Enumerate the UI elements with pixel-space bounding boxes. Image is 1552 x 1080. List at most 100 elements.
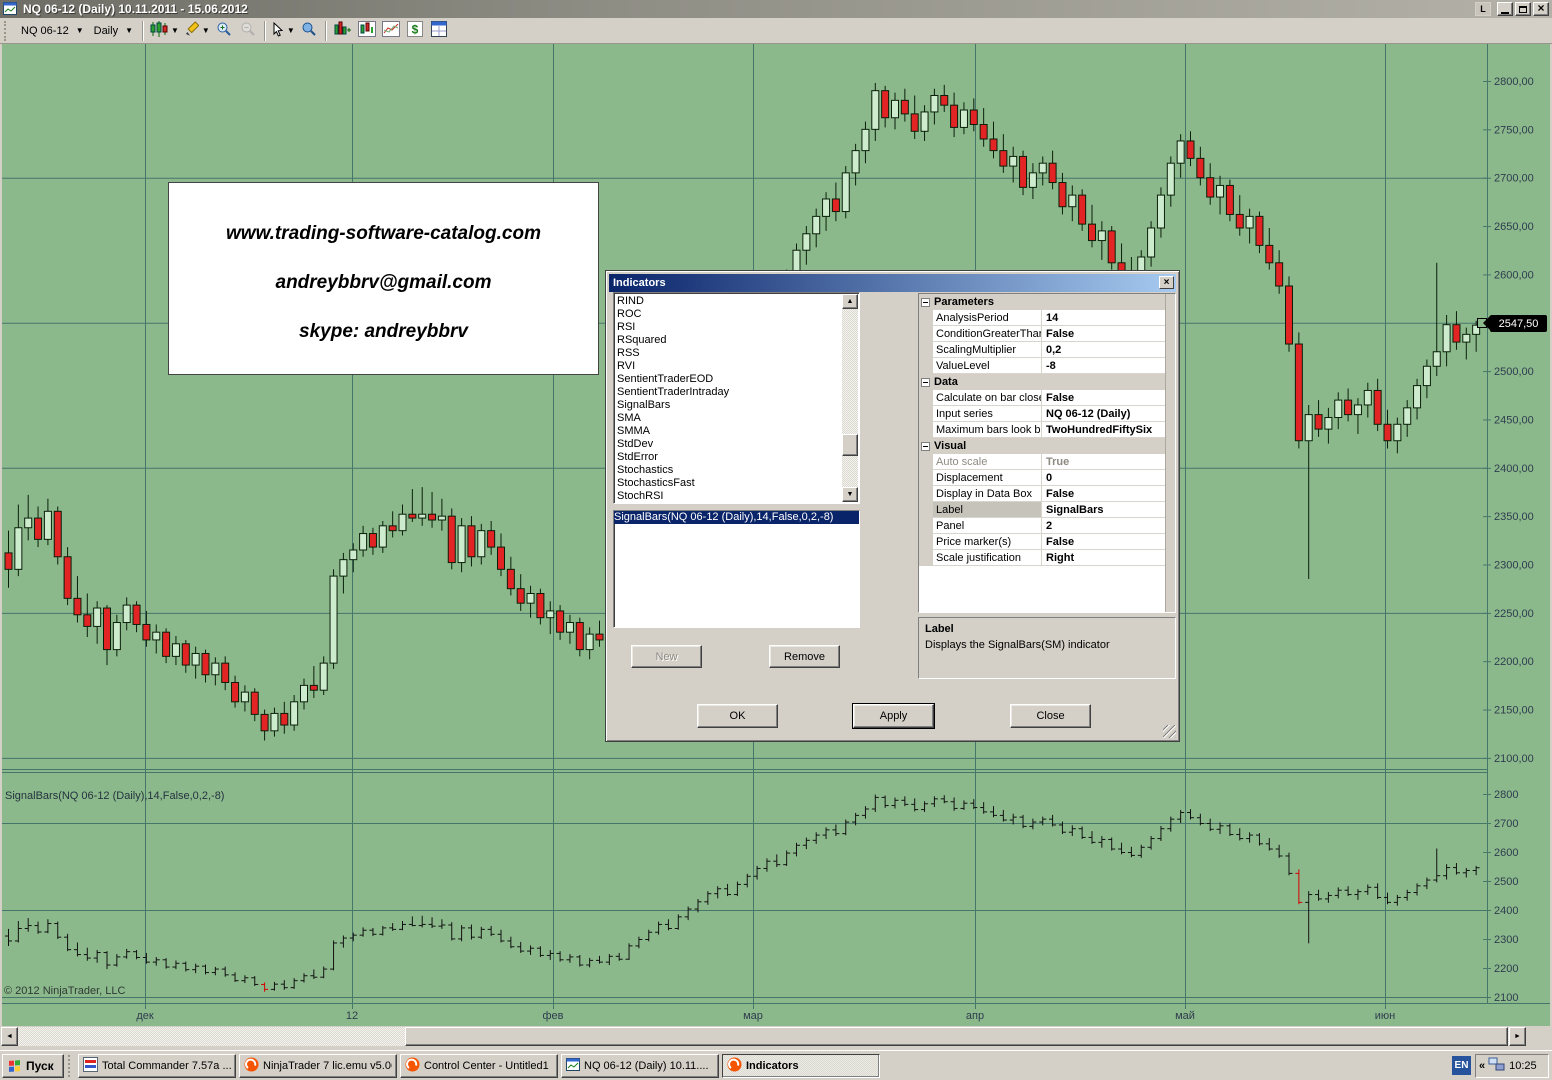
property-row-conditiongreaterthar[interactable]: ConditionGreaterTharFalse: [919, 326, 1165, 342]
property-row-scale-justification[interactable]: Scale justificationRight: [919, 550, 1165, 566]
svg-text:2800: 2800: [1494, 789, 1518, 801]
tray-expand-button[interactable]: «: [1479, 1060, 1485, 1072]
svg-text:2350,00: 2350,00: [1494, 511, 1534, 523]
watermark-line: www.trading-software-catalog.com: [169, 223, 598, 245]
watermark-line: skype: andreybbrv: [169, 321, 598, 343]
watermark-box: www.trading-software-catalog.com andreyb…: [168, 182, 599, 375]
network-icon[interactable]: [1488, 1057, 1505, 1075]
indicator-list-item[interactable]: RSI: [617, 321, 859, 334]
scrollbar-thumb[interactable]: [405, 1027, 1508, 1046]
svg-text:2500,00: 2500,00: [1494, 366, 1534, 378]
svg-text:12: 12: [346, 1010, 358, 1022]
property-row-auto-scale[interactable]: Auto scaleTrue: [919, 454, 1165, 470]
new-button: New: [631, 645, 702, 668]
property-row-label[interactable]: LabelSignalBars: [919, 502, 1165, 518]
svg-text:2100,00: 2100,00: [1494, 753, 1534, 765]
collapse-icon[interactable]: [921, 442, 930, 451]
scroll-left-icon[interactable]: ◄: [1, 1027, 18, 1046]
svg-text:2150,00: 2150,00: [1494, 705, 1534, 717]
scroll-down-icon[interactable]: ▼: [842, 487, 858, 502]
property-category-data[interactable]: Data: [919, 374, 1165, 390]
property-row-scalingmultiplier[interactable]: ScalingMultiplier0,2: [919, 342, 1165, 358]
indicators-dialog: Indicators × ▲ ▼ RINDROCRSIRSquaredRSSRV…: [605, 270, 1180, 742]
selected-indicator-item[interactable]: SignalBars(NQ 06-12 (Daily),14,False,0,2…: [614, 511, 859, 524]
property-row-price-marker-s-[interactable]: Price marker(s)False: [919, 534, 1165, 550]
scroll-right-icon[interactable]: ►: [1509, 1027, 1526, 1046]
property-row-analysisperiod[interactable]: AnalysisPeriod14: [919, 310, 1165, 326]
svg-text:2500: 2500: [1494, 876, 1518, 888]
ninjatrader-chart-window: NQ 06-12 (Daily) 10.11.2011 - 15.06.2012…: [0, 0, 1552, 1080]
scroll-up-icon[interactable]: ▲: [842, 294, 858, 309]
indicator-list-item[interactable]: SignalBars: [617, 399, 859, 412]
svg-text:2700: 2700: [1494, 818, 1518, 830]
taskbar: Пуск Total Commander 7.57a ...NinjaTrade…: [0, 1050, 1552, 1080]
dialog-title: Indicators: [613, 277, 666, 289]
ninjatrader-icon: [244, 1057, 259, 1075]
apply-button[interactable]: Apply: [853, 704, 934, 728]
property-row-input-series[interactable]: Input seriesNQ 06-12 (Daily): [919, 406, 1165, 422]
svg-text:дек: дек: [136, 1010, 154, 1022]
dialog-titlebar[interactable]: Indicators ×: [609, 274, 1176, 292]
close-dialog-button[interactable]: Close: [1010, 704, 1091, 728]
indicator-list-item[interactable]: RSquared: [617, 334, 859, 347]
indicator-list-item[interactable]: RSS: [617, 347, 859, 360]
quick-launch-separator: [68, 1055, 74, 1077]
ninjatrader-icon: [727, 1057, 742, 1075]
indicator-panel-label: SignalBars(NQ 06-12 (Daily),14,False,0,2…: [5, 790, 224, 802]
indicator-list-item[interactable]: ROC: [617, 308, 859, 321]
watermark-line: andreybbrv@gmail.com: [169, 272, 598, 294]
indicator-list-item[interactable]: SMMA: [617, 425, 859, 438]
remove-button[interactable]: Remove: [769, 645, 840, 668]
indicator-list-item[interactable]: StochasticsFast: [617, 477, 859, 490]
property-row-calculate-on-bar-close[interactable]: Calculate on bar closeFalse: [919, 390, 1165, 406]
taskbar-button-indicators[interactable]: Indicators: [722, 1054, 880, 1078]
property-row-maximum-bars-look-ba[interactable]: Maximum bars look baTwoHundredFiftySix: [919, 422, 1165, 438]
svg-text:май: май: [1175, 1010, 1195, 1022]
indicator-list-item[interactable]: RVI: [617, 360, 859, 373]
chart-horizontal-scrollbar: ◄ ►: [0, 1026, 1552, 1047]
taskbar-button-total-commander-7-57a-[interactable]: Total Commander 7.57a ...: [78, 1054, 236, 1078]
scrollbar-thumb[interactable]: [842, 434, 858, 456]
svg-text:2100: 2100: [1494, 992, 1518, 1004]
indicator-list-scrollbar[interactable]: ▲ ▼: [842, 294, 858, 502]
collapse-icon[interactable]: [921, 298, 930, 307]
indicator-list[interactable]: ▲ ▼ RINDROCRSIRSquaredRSSRVISentientTrad…: [613, 292, 860, 504]
indicator-list-item[interactable]: StochRSI: [617, 490, 859, 503]
property-row-displacement[interactable]: Displacement0: [919, 470, 1165, 486]
language-indicator[interactable]: EN: [1452, 1056, 1471, 1075]
property-category-visual[interactable]: Visual: [919, 438, 1165, 454]
taskbar-button-nq-06-12-daily-10-11-[interactable]: NQ 06-12 (Daily) 10.11....: [561, 1054, 719, 1078]
indicator-list-item[interactable]: SentientTraderEOD: [617, 373, 859, 386]
indicator-list-item[interactable]: StdDev: [617, 438, 859, 451]
svg-text:2600: 2600: [1494, 847, 1518, 859]
svg-text:2250,00: 2250,00: [1494, 608, 1534, 620]
collapse-icon[interactable]: [921, 378, 930, 387]
taskbar-button-control-center-untitled1[interactable]: Control Center - Untitled1: [400, 1054, 558, 1078]
start-button[interactable]: Пуск: [2, 1054, 64, 1078]
svg-text:2400,00: 2400,00: [1494, 463, 1534, 475]
resize-grip[interactable]: [1163, 725, 1176, 738]
system-tray: « 10:25: [1475, 1054, 1549, 1078]
windows-logo-icon: [8, 1058, 22, 1075]
property-category-parameters[interactable]: Parameters: [919, 294, 1165, 310]
indicator-list-item[interactable]: Stochastics: [617, 464, 859, 477]
taskbar-clock[interactable]: 10:25: [1509, 1060, 1537, 1072]
svg-text:2650,00: 2650,00: [1494, 221, 1534, 233]
property-grid-scrollbar[interactable]: [1165, 294, 1175, 612]
property-row-panel[interactable]: Panel2: [919, 518, 1165, 534]
indicator-list-item[interactable]: SentientTraderIntraday: [617, 386, 859, 399]
dialog-close-icon[interactable]: ×: [1159, 276, 1174, 289]
property-row-valuelevel[interactable]: ValueLevel-8: [919, 358, 1165, 374]
taskbar-button-ninjatrader-7-lic-emu-v5-06[interactable]: NinjaTrader 7 lic.emu v5.06: [239, 1054, 397, 1078]
svg-text:2800,00: 2800,00: [1494, 76, 1534, 88]
ok-button[interactable]: OK: [697, 704, 778, 728]
indicator-list-item[interactable]: StdError: [617, 451, 859, 464]
start-button-label: Пуск: [26, 1059, 54, 1073]
indicator-list-item[interactable]: RIND: [617, 295, 859, 308]
property-row-display-in-data-box[interactable]: Display in Data BoxFalse: [919, 486, 1165, 502]
indicator-list-item[interactable]: SMA: [617, 412, 859, 425]
selected-indicator-list[interactable]: SignalBars(NQ 06-12 (Daily),14,False,0,2…: [613, 510, 860, 628]
svg-text:2600,00: 2600,00: [1494, 269, 1534, 281]
window-chart-icon: [566, 1058, 580, 1074]
svg-text:2200,00: 2200,00: [1494, 656, 1534, 668]
